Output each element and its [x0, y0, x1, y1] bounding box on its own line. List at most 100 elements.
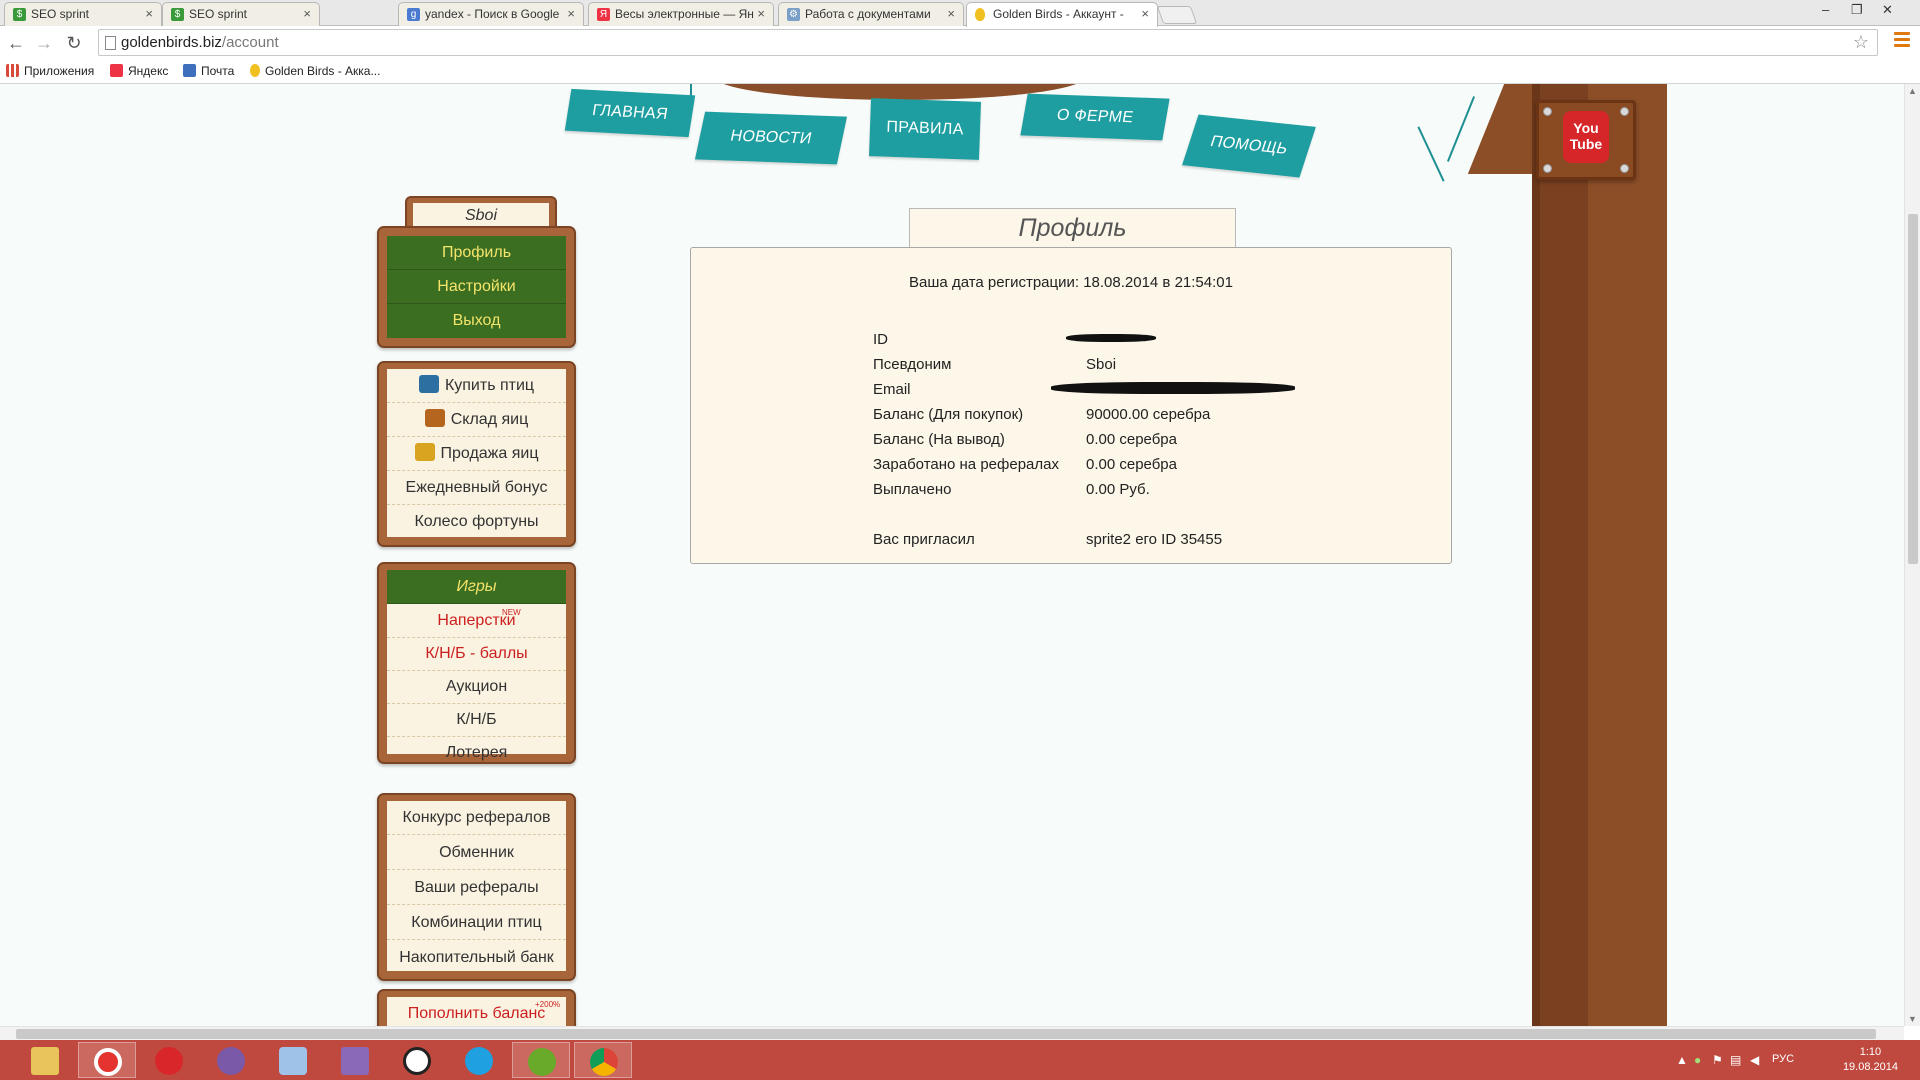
- tab-close-icon[interactable]: ×: [947, 3, 955, 25]
- back-arrow-icon[interactable]: ←: [4, 31, 28, 55]
- chrome-icon: [590, 1048, 618, 1076]
- menu-exchanger[interactable]: Обменник: [387, 836, 566, 870]
- reload-icon[interactable]: ↻: [62, 31, 86, 55]
- forward-arrow-icon[interactable]: →: [32, 31, 56, 55]
- tab-golden-birds[interactable]: Golden Birds - Аккаунт - ×: [966, 2, 1158, 27]
- menu-referral-contest[interactable]: Конкурс рефералов: [387, 801, 566, 835]
- yandex-favicon-icon: Я: [597, 8, 610, 21]
- menu-rps[interactable]: К/Н/Б: [387, 703, 566, 737]
- menu-settings[interactable]: Настройки: [387, 270, 566, 304]
- bookmark-mail[interactable]: Почта: [183, 64, 234, 78]
- tab-seo-sprint-2[interactable]: $ SEO sprint ×: [162, 2, 320, 26]
- tab-documents[interactable]: ⚙ Работа с документами ×: [778, 2, 964, 26]
- nav-help[interactable]: ПОМОЩЬ: [1182, 114, 1316, 178]
- tab-close-icon[interactable]: ×: [1141, 3, 1149, 25]
- tab-google-search[interactable]: g yandex - Поиск в Google ×: [398, 2, 584, 26]
- browser-toolbar: ← → ↻ goldenbirds.biz/account ☆: [0, 26, 1920, 60]
- new-tab-button[interactable]: [1156, 6, 1198, 24]
- crate-icon: [424, 409, 445, 427]
- menu-buy-birds[interactable]: Купить птиц: [387, 369, 566, 403]
- volume-icon[interactable]: ◀: [1750, 1053, 1759, 1067]
- menu-top-up-balance[interactable]: Пополнить баланс +200%: [387, 997, 566, 1026]
- scroll-thumb[interactable]: [16, 1029, 1876, 1039]
- extra-menu-panel: Конкурс рефералов Обменник Ваши рефералы…: [377, 793, 576, 981]
- nail-icon: [1620, 107, 1629, 116]
- nav-news[interactable]: НОВОСТИ: [694, 111, 848, 165]
- flag-icon[interactable]: ⚑: [1712, 1053, 1723, 1067]
- taskbar-chrome[interactable]: [574, 1042, 632, 1078]
- menu-thimbles[interactable]: Наперстки NEW: [387, 604, 566, 638]
- bookmark-apps[interactable]: Приложения: [6, 64, 94, 78]
- tab-close-icon[interactable]: ×: [145, 3, 153, 25]
- taskbar-opera[interactable]: [78, 1042, 136, 1078]
- menu-auction[interactable]: Аукцион: [387, 670, 566, 704]
- menu-daily-bonus[interactable]: Ежедневный бонус: [387, 471, 566, 505]
- tab-close-icon[interactable]: ×: [567, 3, 575, 25]
- utorrent-tray-icon[interactable]: ●: [1694, 1053, 1701, 1067]
- language-indicator[interactable]: РУС: [1772, 1053, 1794, 1065]
- address-bar[interactable]: goldenbirds.biz/account ☆: [98, 29, 1878, 56]
- horizontal-scrollbar[interactable]: [0, 1026, 1904, 1040]
- menu-your-referrals[interactable]: Ваши рефералы: [387, 871, 566, 905]
- taskbar-file-explorer[interactable]: [16, 1042, 74, 1078]
- bookmark-yandex[interactable]: Яндекс: [110, 64, 168, 78]
- vertical-scrollbar[interactable]: ▲ ▼: [1904, 84, 1920, 1026]
- tree-trunk: [1540, 84, 1667, 1026]
- tab-seo-sprint-1[interactable]: $ SEO sprint ×: [4, 2, 162, 26]
- network-icon[interactable]: ▤: [1730, 1053, 1741, 1067]
- scroll-down-icon[interactable]: ▼: [1908, 1014, 1917, 1024]
- nav-home[interactable]: ГЛАВНАЯ: [564, 88, 696, 138]
- youtube-sign[interactable]: You Tube: [1536, 100, 1636, 180]
- taskbar-box[interactable]: [264, 1042, 322, 1078]
- redacted-email: [1051, 379, 1295, 396]
- username-label: Sboi: [413, 203, 549, 228]
- taskbar-visual-studio[interactable]: [326, 1042, 384, 1078]
- tray-expand-icon[interactable]: ▲: [1676, 1053, 1688, 1067]
- bookmarks-bar: Приложения Яндекс Почта Golden Birds - А…: [0, 60, 1920, 84]
- skype-icon: [465, 1047, 493, 1075]
- mail-icon: [183, 64, 196, 77]
- menu-fortune-wheel[interactable]: Колесо фортуны: [387, 505, 566, 539]
- tab-title: yandex - Поиск в Google: [425, 7, 560, 21]
- menu-bird-combinations[interactable]: Комбинации птиц: [387, 906, 566, 940]
- bookmark-star-icon[interactable]: ☆: [1853, 32, 1869, 53]
- chrome-menu-icon[interactable]: [1894, 32, 1910, 50]
- visual-studio-icon: [341, 1047, 369, 1075]
- menu-lottery[interactable]: Лотерея: [387, 736, 566, 770]
- scroll-thumb[interactable]: [1908, 214, 1918, 564]
- games-header: Игры: [387, 570, 566, 604]
- tab-close-icon[interactable]: ×: [303, 3, 311, 25]
- profile-title: Профиль: [909, 208, 1236, 248]
- nav-rules[interactable]: ПРАВИЛА: [869, 98, 981, 160]
- tab-yandex-market[interactable]: Я Весы электронные — Ян ×: [588, 2, 774, 26]
- utorrent-icon: [528, 1048, 556, 1076]
- close-window-icon[interactable]: ✕: [1882, 2, 1893, 18]
- new-badge: NEW: [502, 608, 521, 617]
- menu-profile[interactable]: Профиль: [387, 236, 566, 270]
- box-icon: [279, 1047, 307, 1075]
- tab-close-icon[interactable]: ×: [757, 3, 765, 25]
- menu-sell-eggs[interactable]: Продажа яиц: [387, 437, 566, 471]
- nail-icon: [1543, 107, 1552, 116]
- menu-egg-storage[interactable]: Склад яиц: [387, 403, 566, 437]
- menu-savings-bank[interactable]: Накопительный банк: [387, 941, 566, 975]
- scroll-up-icon[interactable]: ▲: [1908, 86, 1917, 96]
- seo-sprint-favicon-icon: $: [13, 8, 26, 21]
- taskbar-alien[interactable]: [388, 1042, 446, 1078]
- windows-taskbar: ▲ ● ⚑ ▤ ◀ РУС 1:10 19.08.2014: [0, 1040, 1920, 1080]
- nav-about-farm[interactable]: О ФЕРМЕ: [1020, 93, 1170, 141]
- menu-rps-points[interactable]: К/Н/Б - баллы: [387, 637, 566, 671]
- cart-icon: [418, 375, 439, 393]
- tab-title: Golden Birds - Аккаунт -: [993, 7, 1124, 21]
- clock[interactable]: 1:10 19.08.2014: [1843, 1045, 1898, 1075]
- taskbar-gift[interactable]: [140, 1042, 198, 1078]
- coins-icon: [414, 443, 435, 461]
- menu-logout[interactable]: Выход: [387, 304, 566, 338]
- rope: [1417, 126, 1445, 182]
- taskbar-utorrent[interactable]: [512, 1042, 570, 1078]
- maximize-icon[interactable]: ❐: [1851, 2, 1863, 18]
- bookmark-golden-birds[interactable]: Golden Birds - Акка...: [250, 64, 380, 78]
- taskbar-eclipse[interactable]: [202, 1042, 260, 1078]
- minimize-icon[interactable]: –: [1822, 2, 1829, 17]
- taskbar-skype[interactable]: [450, 1042, 508, 1078]
